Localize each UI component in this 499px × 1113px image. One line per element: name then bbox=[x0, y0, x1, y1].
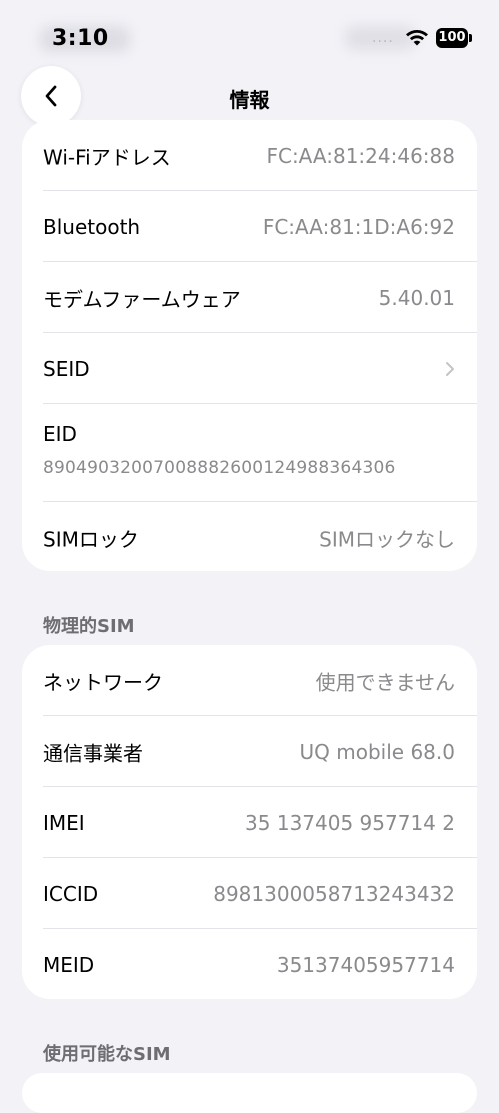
row-label: SIMロック bbox=[43, 527, 139, 551]
row-value: SIMロックなし bbox=[319, 527, 455, 551]
row-value: 8981300058713243432 bbox=[213, 881, 455, 906]
row-label: Wi-Fiアドレス bbox=[43, 145, 171, 169]
row-label: SEID bbox=[43, 356, 90, 381]
imei-row[interactable]: IMEI 35 137405 957714 2 bbox=[22, 787, 477, 858]
wifi-address-row[interactable]: Wi-Fiアドレス FC:AA:81:24:46:88 bbox=[22, 120, 477, 191]
section-header-available-sim: 使用可能なSIM bbox=[43, 1044, 171, 1065]
row-label: MEID bbox=[43, 952, 95, 977]
row-label: 通信事業者 bbox=[43, 741, 143, 765]
battery-level: 100 bbox=[436, 28, 468, 48]
bluetooth-row[interactable]: Bluetooth FC:AA:81:1D:A6:92 bbox=[22, 191, 477, 262]
network-row[interactable]: ネットワーク 使用できません bbox=[22, 645, 477, 716]
chevron-right-icon bbox=[446, 361, 454, 376]
battery-indicator: 100 bbox=[436, 28, 472, 48]
modem-firmware-row[interactable]: モデムファームウェア 5.40.01 bbox=[22, 262, 477, 333]
row-value: FC:AA:81:24:46:88 bbox=[266, 143, 455, 168]
row-label: ICCID bbox=[43, 881, 99, 906]
seid-row[interactable]: SEID bbox=[22, 333, 477, 404]
meid-row[interactable]: MEID 35137405957714 bbox=[22, 929, 477, 999]
eid-value: 89049032007008882600124988364306 bbox=[43, 458, 396, 478]
row-value: FC:AA:81:1D:A6:92 bbox=[262, 214, 455, 239]
wifi-icon bbox=[406, 29, 428, 46]
row-label: モデムファームウェア bbox=[43, 287, 241, 311]
row-value: 5.40.01 bbox=[378, 285, 455, 310]
status-time: 3:10 bbox=[52, 26, 109, 51]
available-sim-card bbox=[22, 1073, 477, 1113]
sim-lock-row[interactable]: SIMロック SIMロックなし bbox=[22, 502, 477, 571]
battery-cap bbox=[469, 34, 472, 42]
iccid-row[interactable]: ICCID 8981300058713243432 bbox=[22, 858, 477, 929]
page-title: 情報 bbox=[229, 88, 270, 112]
section-header-physical-sim: 物理的SIM bbox=[43, 616, 135, 637]
row-value: 35137405957714 bbox=[276, 952, 455, 977]
row-label: EID bbox=[43, 422, 77, 446]
status-bar: 3:10 .... 100 bbox=[0, 0, 499, 70]
row-label: ネットワーク bbox=[43, 670, 163, 694]
row-label: Bluetooth bbox=[43, 214, 141, 239]
info-card: Wi-Fiアドレス FC:AA:81:24:46:88 Bluetooth FC… bbox=[22, 120, 477, 571]
eid-row[interactable]: EID 89049032007008882600124988364306 bbox=[22, 404, 477, 502]
signal-dots: .... bbox=[372, 30, 394, 46]
physical-sim-card: ネットワーク 使用できません 通信事業者 UQ mobile 68.0 IMEI… bbox=[22, 645, 477, 999]
carrier-row[interactable]: 通信事業者 UQ mobile 68.0 bbox=[22, 716, 477, 787]
row-label: IMEI bbox=[43, 810, 85, 835]
row-value: UQ mobile 68.0 bbox=[299, 739, 455, 764]
row-value: 使用できません bbox=[315, 670, 455, 694]
row-value: 35 137405 957714 2 bbox=[245, 810, 455, 835]
